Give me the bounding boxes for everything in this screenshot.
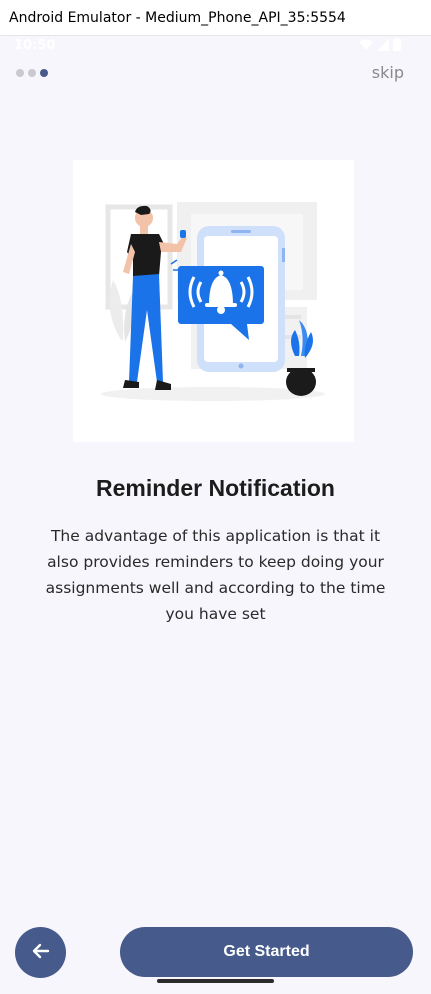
back-button[interactable] [15, 927, 66, 978]
page-dot-1 [16, 69, 24, 77]
status-time: 10:50 [14, 38, 56, 53]
window-title: Android Emulator - Medium_Phone_API_35:5… [9, 9, 346, 26]
home-indicator[interactable] [157, 979, 274, 983]
arrow-left-icon [31, 941, 51, 965]
status-bar: 10:50 [0, 36, 431, 58]
wifi-icon [359, 39, 373, 51]
battery-icon [393, 38, 401, 51]
onboarding-description: The advantage of this application is tha… [45, 527, 386, 623]
reminder-illustration [73, 160, 354, 442]
onboarding-title: Reminder Notification [96, 475, 335, 501]
get-started-button[interactable]: Get Started [120, 927, 413, 977]
get-started-label: Get Started [223, 943, 310, 960]
page-dot-2 [28, 69, 36, 77]
window-titlebar: Android Emulator - Medium_Phone_API_35:5… [0, 0, 431, 36]
page-indicator [16, 69, 48, 77]
status-icons [359, 38, 401, 51]
page-dot-3-active [40, 69, 48, 77]
signal-icon [377, 38, 389, 51]
skip-button[interactable]: skip [372, 63, 404, 82]
